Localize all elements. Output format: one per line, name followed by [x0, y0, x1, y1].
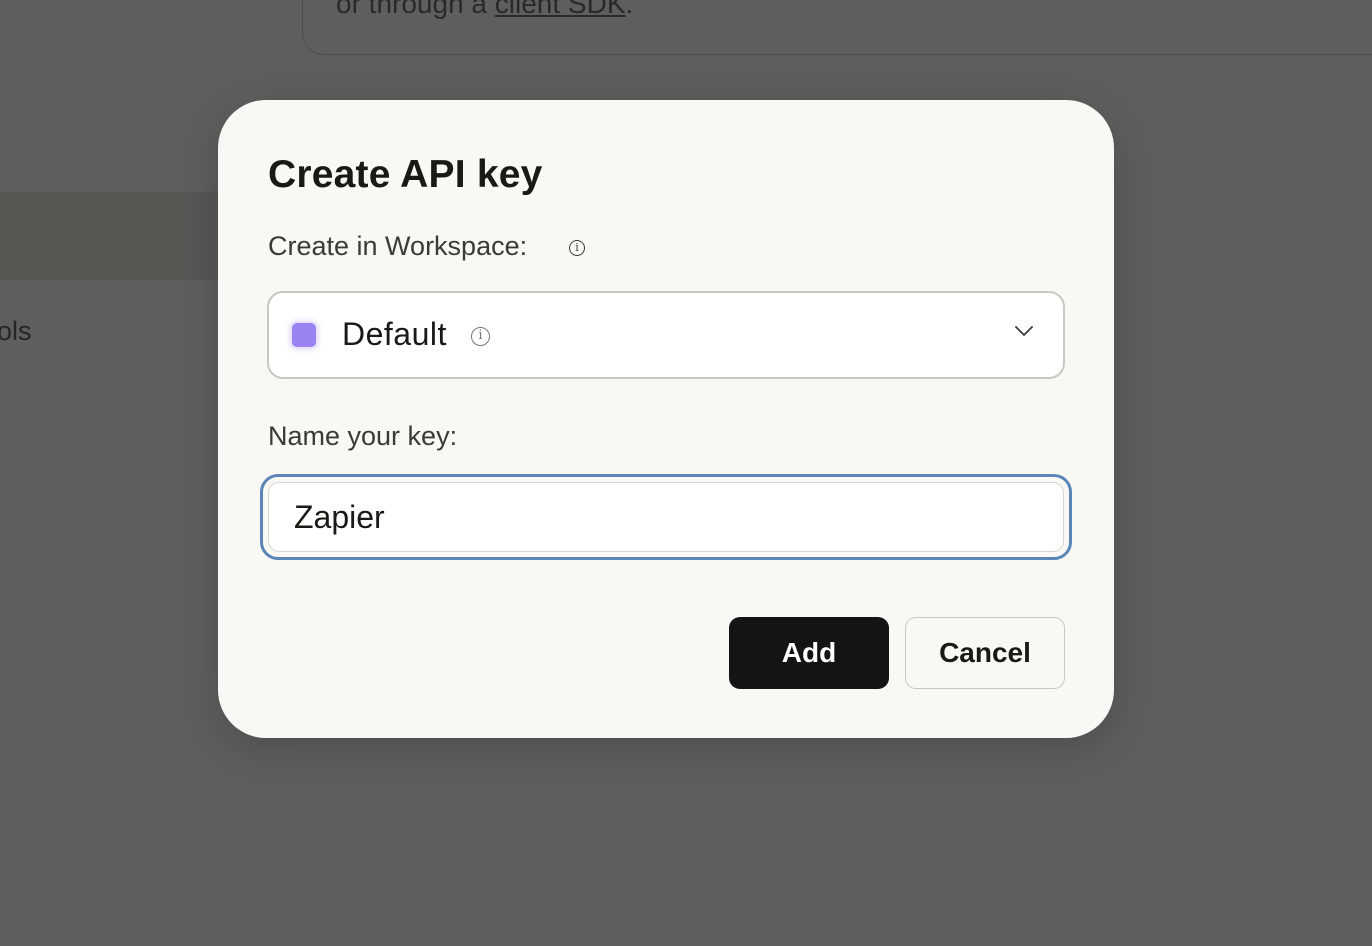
background-card: or through a client SDK.	[302, 0, 1372, 55]
background-card-text: or through a client SDK.	[336, 0, 633, 20]
key-name-focus-ring	[260, 474, 1072, 560]
workspace-selected-value: Default	[342, 316, 447, 352]
workspace-label-text: Create in Workspace:	[268, 231, 528, 261]
default-workspace-info-icon[interactable]: i	[471, 327, 490, 346]
info-icon[interactable]: i	[569, 240, 585, 256]
background-selected-row	[0, 192, 230, 280]
add-button[interactable]: Add	[729, 617, 889, 689]
workspace-color-swatch	[292, 323, 316, 347]
key-name-input[interactable]	[268, 482, 1064, 552]
key-name-label: Name your key:	[268, 421, 458, 451]
background-text-suffix: .	[625, 0, 634, 19]
background-sidebar-label: rols	[0, 316, 32, 346]
background-text-prefix: or through a	[336, 0, 495, 19]
chevron-down-icon	[1015, 326, 1033, 336]
cancel-button[interactable]: Cancel	[905, 617, 1065, 689]
workspace-select[interactable]: Default i	[267, 291, 1065, 379]
create-api-key-dialog: Create API key Create in Workspace: i De…	[218, 100, 1114, 738]
workspace-label: Create in Workspace: i	[268, 231, 585, 262]
client-sdk-link: client SDK	[494, 0, 626, 19]
dialog-title: Create API key	[268, 153, 543, 196]
